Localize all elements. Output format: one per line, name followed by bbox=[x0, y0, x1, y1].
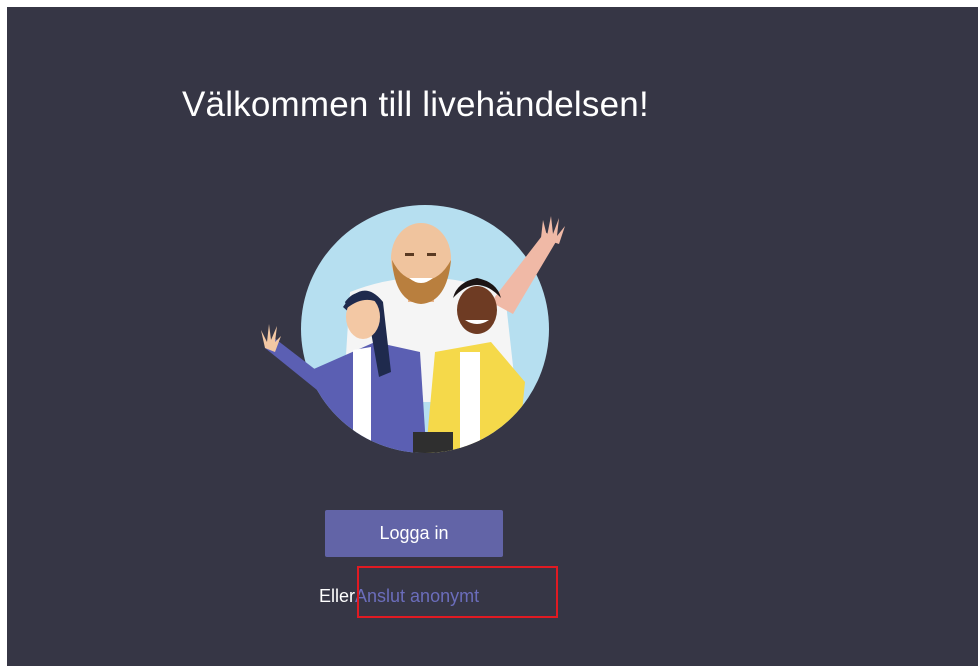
join-anonymously-link[interactable]: Anslut anonymt bbox=[355, 586, 479, 606]
anonymous-join-row: EllerAnslut anonymt bbox=[319, 586, 479, 607]
app-window: Välkommen till livehändelsen! Logga in E… bbox=[7, 7, 978, 666]
or-label: Eller bbox=[319, 586, 356, 606]
sign-in-button[interactable]: Logga in bbox=[325, 510, 503, 557]
page-title: Välkommen till livehändelsen! bbox=[182, 85, 649, 124]
welcome-people-illustration bbox=[261, 205, 565, 453]
